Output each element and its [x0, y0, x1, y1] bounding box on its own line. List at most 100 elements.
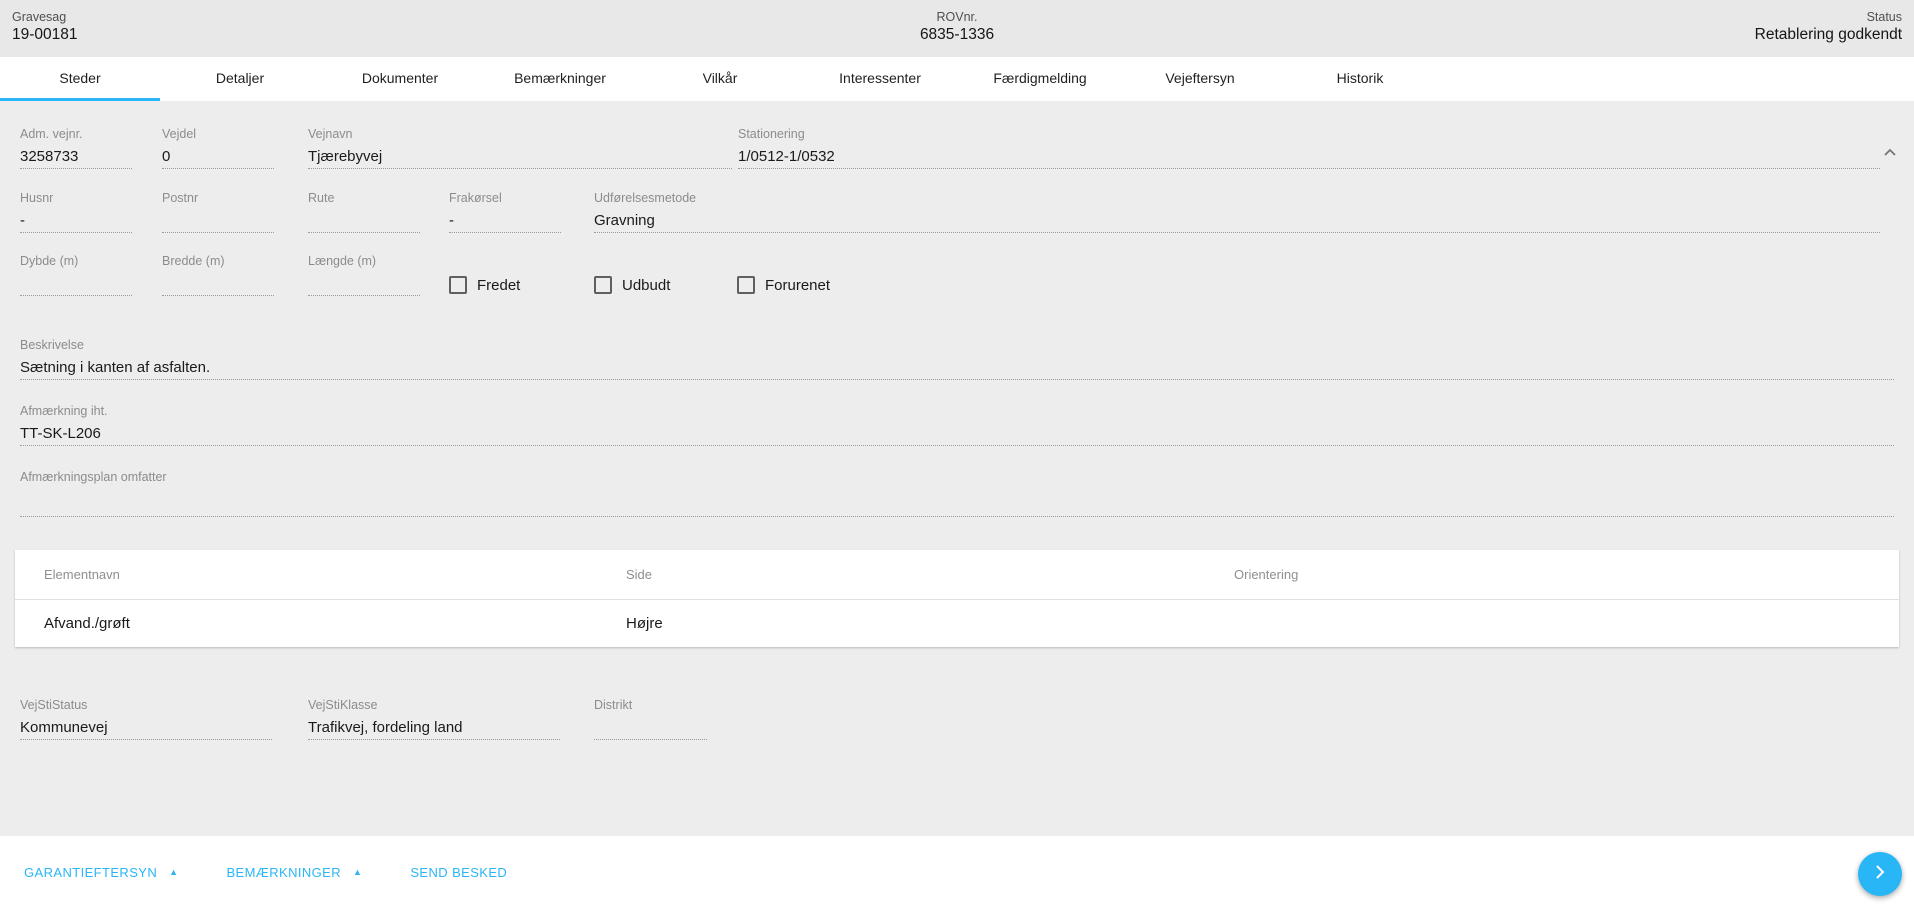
checkbox-unchecked-icon[interactable] — [737, 276, 755, 294]
status-badge: Retablering godkendt — [1272, 25, 1902, 46]
beskrivelse-value[interactable]: Sætning i kanten af asfalten. — [20, 359, 1894, 380]
caret-up-icon: ▲ — [353, 868, 362, 877]
vejnavn-value[interactable]: Tjærebyvej — [308, 148, 732, 169]
udforelsesmetode-label: Udførelsesmetode — [594, 191, 1880, 205]
rov-number-block: ROVnr. 6835-1336 — [642, 10, 1272, 46]
forurenet-checkbox[interactable]: Forurenet — [737, 276, 830, 294]
tab-vilkaar[interactable]: Vilkår — [640, 57, 800, 101]
column-header-orientering: Orientering — [1234, 567, 1899, 582]
tab-faerdigmelding[interactable]: Færdigmelding — [960, 57, 1120, 101]
checkbox-unchecked-icon[interactable] — [594, 276, 612, 294]
dybde-label: Dybde (m) — [20, 254, 132, 268]
postnr-field[interactable]: Postnr — [162, 191, 274, 233]
status-label: Status — [1272, 10, 1902, 25]
laengde-value[interactable] — [308, 275, 420, 296]
bredde-label: Bredde (m) — [162, 254, 274, 268]
distrikt-label: Distrikt — [594, 698, 707, 712]
beskrivelse-label: Beskrivelse — [20, 338, 1894, 352]
table-row[interactable]: Afvand./grøft Højre — [15, 600, 1899, 646]
bemaerkninger-button[interactable]: BEMÆRKNINGER ▲ — [226, 865, 362, 880]
afmaerkningsplan-label: Afmærkningsplan omfatter — [20, 470, 1894, 484]
rute-value[interactable] — [308, 212, 420, 233]
afmaerkningsplan-value[interactable] — [20, 491, 1894, 517]
tab-interessenter[interactable]: Interessenter — [800, 57, 960, 101]
vejstistatus-value[interactable]: Kommunevej — [20, 719, 272, 740]
case-label: Gravesag — [12, 10, 642, 25]
adm-vejnr-value[interactable]: 3258733 — [20, 148, 132, 169]
vejstiklasse-label: VejStiKlasse — [308, 698, 560, 712]
case-number-block: Gravesag 19-00181 — [12, 10, 642, 46]
garantieftersyn-label: GARANTIEFTERSYN — [24, 865, 157, 880]
vejstiklasse-value[interactable]: Trafikvej, fordeling land — [308, 719, 560, 740]
vejstistatus-field[interactable]: VejStiStatus Kommunevej — [20, 698, 272, 740]
afmaerkningsplan-field[interactable]: Afmærkningsplan omfatter — [20, 470, 1894, 517]
fredet-checkbox-label: Fredet — [477, 277, 520, 294]
distrikt-value[interactable] — [594, 719, 707, 740]
checkbox-unchecked-icon[interactable] — [449, 276, 467, 294]
husnr-label: Husnr — [20, 191, 132, 205]
tab-bar: Steder Detaljer Dokumenter Bemærkninger … — [0, 57, 1914, 101]
bemaerkninger-label: BEMÆRKNINGER — [226, 865, 341, 880]
column-header-elementnavn: Elementnavn — [15, 567, 626, 582]
elements-table-header: Elementnavn Side Orientering — [15, 550, 1899, 600]
case-number: 19-00181 — [12, 25, 642, 46]
dybde-value[interactable] — [20, 275, 132, 296]
udbudt-checkbox-label: Udbudt — [622, 277, 670, 294]
adm-vejnr-field[interactable]: Adm. vejnr. 3258733 — [20, 127, 132, 169]
next-fab-button[interactable] — [1858, 852, 1902, 896]
tab-vejeftersyn[interactable]: Vejeftersyn — [1120, 57, 1280, 101]
forurenet-checkbox-label: Forurenet — [765, 277, 830, 294]
vejnavn-label: Vejnavn — [308, 127, 732, 141]
rute-field[interactable]: Rute — [308, 191, 420, 233]
postnr-label: Postnr — [162, 191, 274, 205]
chevron-right-icon — [1871, 863, 1889, 886]
vejnavn-field[interactable]: Vejnavn Tjærebyvej — [308, 127, 732, 169]
stationering-label: Stationering — [738, 127, 1880, 141]
garantieftersyn-button[interactable]: GARANTIEFTERSYN ▲ — [24, 865, 178, 880]
send-besked-button[interactable]: SEND BESKED — [410, 865, 507, 880]
stationering-value[interactable]: 1/0512-1/0532 — [738, 148, 1880, 169]
afmaerkning-field[interactable]: Afmærkning iht. TT-SK-L206 — [20, 404, 1894, 446]
tab-historik[interactable]: Historik — [1280, 57, 1440, 101]
husnr-value[interactable]: - — [20, 212, 132, 233]
status-block: Status Retablering godkendt — [1272, 10, 1902, 46]
udbudt-checkbox[interactable]: Udbudt — [594, 276, 670, 294]
column-header-side: Side — [626, 567, 1234, 582]
udforelsesmetode-field[interactable]: Udførelsesmetode Gravning — [594, 191, 1880, 233]
chevron-up-icon[interactable] — [1882, 145, 1898, 166]
husnr-field[interactable]: Husnr - — [20, 191, 132, 233]
stationering-field[interactable]: Stationering 1/0512-1/0532 — [738, 127, 1880, 169]
postnr-value[interactable] — [162, 212, 274, 233]
bredde-field[interactable]: Bredde (m) — [162, 254, 274, 296]
frakorsel-label: Frakørsel — [449, 191, 561, 205]
laengde-label: Længde (m) — [308, 254, 420, 268]
elements-table: Elementnavn Side Orientering Afvand./grø… — [15, 550, 1899, 647]
vejdel-field[interactable]: Vejdel 0 — [162, 127, 274, 169]
tab-bemaerkninger[interactable]: Bemærkninger — [480, 57, 640, 101]
distrikt-field[interactable]: Distrikt — [594, 698, 707, 740]
frakorsel-value[interactable]: - — [449, 212, 561, 233]
vejstiklasse-field[interactable]: VejStiKlasse Trafikvej, fordeling land — [308, 698, 560, 740]
vejdel-label: Vejdel — [162, 127, 274, 141]
tab-steder[interactable]: Steder — [0, 57, 160, 101]
afmaerkning-label: Afmærkning iht. — [20, 404, 1894, 418]
rov-number: 6835-1336 — [642, 25, 1272, 46]
udforelsesmetode-value[interactable]: Gravning — [594, 212, 1880, 233]
tab-dokumenter[interactable]: Dokumenter — [320, 57, 480, 101]
case-header: Gravesag 19-00181 ROVnr. 6835-1336 Statu… — [0, 0, 1914, 57]
cell-side: Højre — [626, 615, 1234, 632]
fredet-checkbox[interactable]: Fredet — [449, 276, 520, 294]
send-besked-label: SEND BESKED — [410, 865, 507, 880]
bredde-value[interactable] — [162, 275, 274, 296]
caret-up-icon: ▲ — [169, 868, 178, 877]
laengde-field[interactable]: Længde (m) — [308, 254, 420, 296]
rute-label: Rute — [308, 191, 420, 205]
frakorsel-field[interactable]: Frakørsel - — [449, 191, 561, 233]
tab-detaljer[interactable]: Detaljer — [160, 57, 320, 101]
beskrivelse-field[interactable]: Beskrivelse Sætning i kanten af asfalten… — [20, 338, 1894, 380]
dybde-field[interactable]: Dybde (m) — [20, 254, 132, 296]
cell-elementnavn: Afvand./grøft — [15, 615, 626, 632]
action-bar: GARANTIEFTERSYN ▲ BEMÆRKNINGER ▲ SEND BE… — [0, 836, 1914, 908]
afmaerkning-value[interactable]: TT-SK-L206 — [20, 425, 1894, 446]
vejdel-value[interactable]: 0 — [162, 148, 274, 169]
